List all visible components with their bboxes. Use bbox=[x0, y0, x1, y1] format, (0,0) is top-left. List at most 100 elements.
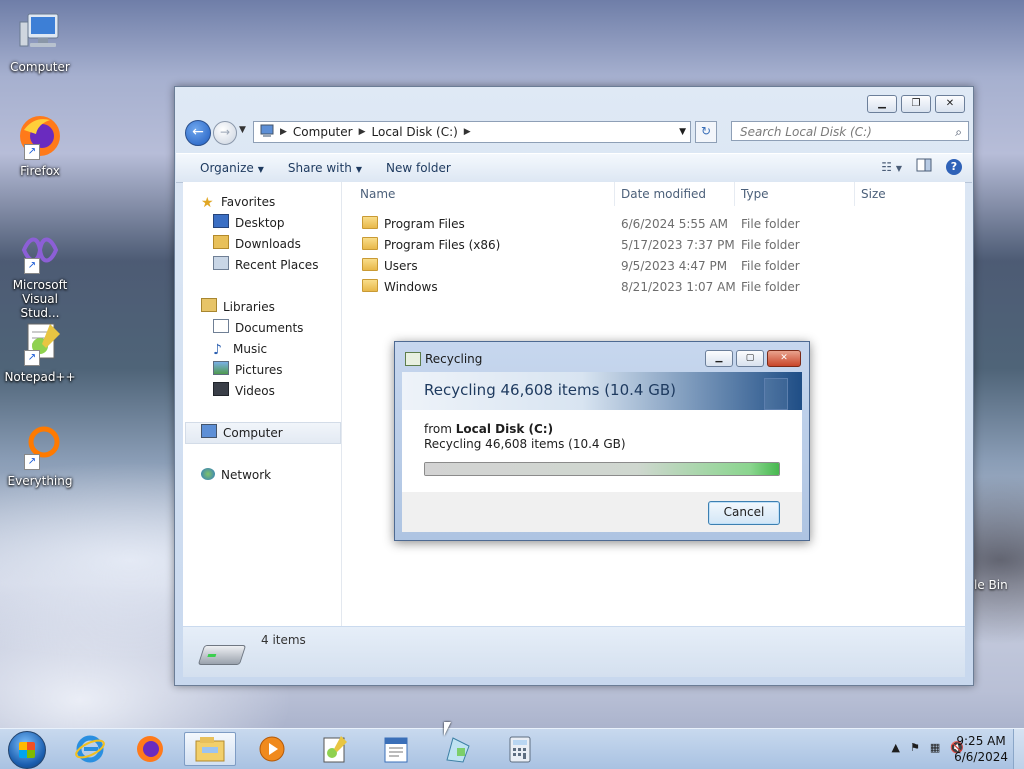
shortcut-arrow-icon: ↗ bbox=[24, 350, 40, 366]
dialog-maximize-button[interactable]: ▢ bbox=[736, 350, 764, 367]
desktop-icon-notepadpp[interactable]: ↗ Notepad++ bbox=[4, 318, 76, 384]
column-header-size[interactable]: Size bbox=[861, 182, 886, 206]
wordpad-icon bbox=[384, 737, 408, 763]
taskbar-calculator[interactable] bbox=[494, 732, 546, 766]
computer-icon bbox=[16, 8, 64, 56]
clock[interactable]: 9:25 AM 6/6/2024 bbox=[954, 733, 1008, 765]
arrow-left-icon: ← bbox=[192, 124, 204, 140]
taskbar-internet-explorer[interactable] bbox=[64, 732, 116, 766]
chevron-right-icon[interactable]: ▶ bbox=[280, 127, 287, 137]
taskbar-firefox[interactable] bbox=[124, 732, 176, 766]
navigation-pane: ★ Favorites Desktop Downloads Recent Plac… bbox=[183, 182, 342, 626]
dialog-body: from Local Disk (C:) Recycling 46,608 it… bbox=[402, 410, 802, 492]
command-bar: Organize ▼ Share with ▼ New folder ☷ ▼ ? bbox=[176, 153, 972, 183]
chevron-right-icon[interactable]: ▶ bbox=[464, 127, 471, 137]
recycle-bin-label[interactable]: le Bin bbox=[974, 578, 1008, 592]
nav-pictures[interactable]: Pictures bbox=[213, 360, 283, 380]
dialog-close-button[interactable]: ✕ bbox=[767, 350, 801, 367]
column-divider[interactable] bbox=[614, 182, 615, 206]
column-header-type[interactable]: Type bbox=[741, 182, 769, 206]
nav-label: Pictures bbox=[235, 363, 283, 377]
cancel-button[interactable]: Cancel bbox=[708, 501, 780, 525]
address-dropdown-icon[interactable]: ▼ bbox=[679, 127, 686, 137]
taskbar-notepadpp[interactable] bbox=[308, 732, 360, 766]
nav-favorites[interactable]: ★ Favorites bbox=[201, 192, 275, 212]
nav-music[interactable]: ♪ Music bbox=[213, 339, 267, 359]
dialog-from-line: from Local Disk (C:) bbox=[424, 422, 553, 436]
help-icon[interactable]: ? bbox=[946, 158, 962, 175]
nav-computer[interactable]: Computer bbox=[201, 423, 283, 443]
search-input[interactable]: Search Local Disk (C:) ⌕ bbox=[731, 121, 969, 141]
dialog-minimize-button[interactable]: ▁ bbox=[705, 350, 733, 367]
breadcrumb-computer[interactable]: Computer bbox=[287, 125, 359, 139]
media-player-icon bbox=[259, 736, 285, 762]
view-controls: ☷ ▼ ? bbox=[881, 158, 962, 175]
dialog-title: Recycling bbox=[425, 352, 483, 366]
taskbar-file-explorer[interactable] bbox=[184, 732, 236, 766]
search-placeholder: Search Local Disk (C:) bbox=[740, 125, 872, 139]
nav-videos[interactable]: Videos bbox=[213, 381, 275, 401]
network-icon bbox=[201, 468, 215, 480]
breadcrumb-local-disk[interactable]: Local Disk (C:) bbox=[366, 125, 464, 139]
desktop-icon-everything[interactable]: ↗ Everything bbox=[4, 422, 76, 488]
dialog-footer: Cancel bbox=[402, 492, 802, 532]
desktop-icon-firefox[interactable]: ↗ Firefox bbox=[4, 112, 76, 178]
organize-label: Organize bbox=[200, 161, 254, 175]
window-controls: ▁ ❐ ✕ bbox=[867, 95, 965, 113]
file-type: File folder bbox=[741, 259, 800, 273]
chevron-right-icon[interactable]: ▶ bbox=[359, 127, 366, 137]
shortcut-arrow-icon: ↗ bbox=[24, 144, 40, 160]
recent-pages-dropdown[interactable]: ▼ bbox=[239, 125, 246, 135]
action-center-flag-icon[interactable]: ⚑ bbox=[910, 741, 920, 754]
taskbar-paint[interactable] bbox=[432, 732, 484, 766]
new-folder-label: New folder bbox=[385, 161, 451, 175]
minimize-button[interactable]: ▁ bbox=[867, 95, 897, 113]
recycling-dialog: Recycling ▁ ▢ ✕ Recycling 46,608 items (… bbox=[394, 341, 810, 541]
organize-button[interactable]: Organize ▼ bbox=[176, 161, 276, 175]
nav-recent-places[interactable]: Recent Places bbox=[213, 255, 318, 275]
network-status-icon[interactable]: ▦ bbox=[930, 741, 940, 754]
refresh-button[interactable]: ↻ bbox=[695, 121, 717, 143]
close-button[interactable]: ✕ bbox=[935, 95, 965, 113]
star-icon: ★ bbox=[201, 195, 214, 211]
file-type: File folder bbox=[741, 280, 800, 294]
file-type: File folder bbox=[741, 238, 800, 252]
column-divider[interactable] bbox=[854, 182, 855, 206]
preview-pane-icon[interactable] bbox=[916, 158, 932, 175]
column-header-date-modified[interactable]: Date modified bbox=[621, 182, 706, 206]
share-with-button[interactable]: Share with ▼ bbox=[276, 161, 374, 175]
nav-downloads[interactable]: Downloads bbox=[213, 234, 301, 254]
nav-libraries[interactable]: Libraries bbox=[201, 297, 275, 317]
file-type: File folder bbox=[741, 217, 800, 231]
music-icon: ♪ bbox=[213, 342, 222, 358]
mouse-cursor-icon bbox=[444, 722, 451, 736]
back-button[interactable]: ← bbox=[185, 120, 211, 146]
new-folder-button[interactable]: New folder bbox=[374, 161, 463, 175]
show-desktop-button[interactable] bbox=[1013, 729, 1024, 769]
file-explorer-icon bbox=[195, 737, 225, 762]
change-view-icon[interactable]: ☷ ▼ bbox=[881, 160, 902, 174]
file-name: Windows bbox=[384, 280, 438, 294]
show-hidden-icons-icon[interactable]: ▲ bbox=[892, 741, 900, 754]
from-location: Local Disk (C:) bbox=[455, 422, 554, 436]
clock-date: 6/6/2024 bbox=[954, 750, 1008, 764]
forward-button[interactable]: → bbox=[213, 121, 237, 145]
nav-label: Desktop bbox=[235, 216, 285, 230]
search-icon[interactable]: ⌕ bbox=[955, 122, 962, 142]
nav-desktop[interactable]: Desktop bbox=[213, 213, 285, 233]
shortcut-arrow-icon: ↗ bbox=[24, 454, 40, 470]
nav-network[interactable]: Network bbox=[201, 465, 271, 485]
column-divider[interactable] bbox=[734, 182, 735, 206]
start-button[interactable] bbox=[8, 731, 46, 769]
restore-button[interactable]: ❐ bbox=[901, 95, 931, 113]
nav-documents[interactable]: Documents bbox=[213, 318, 303, 338]
file-name: Program Files bbox=[384, 217, 465, 231]
column-header-name[interactable]: Name bbox=[360, 182, 395, 206]
address-bar[interactable]: ▶ Computer ▶ Local Disk (C:) ▶ ▼ bbox=[253, 121, 691, 143]
nav-label: Downloads bbox=[235, 237, 301, 251]
refresh-icon: ↻ bbox=[700, 124, 712, 138]
taskbar-wordpad[interactable] bbox=[370, 732, 422, 766]
desktop-icon-visual-studio[interactable]: ↗ Microsoft Visual Stud... bbox=[4, 226, 76, 320]
desktop-icon-computer[interactable]: Computer bbox=[4, 8, 76, 74]
taskbar-media-player[interactable] bbox=[246, 732, 298, 766]
